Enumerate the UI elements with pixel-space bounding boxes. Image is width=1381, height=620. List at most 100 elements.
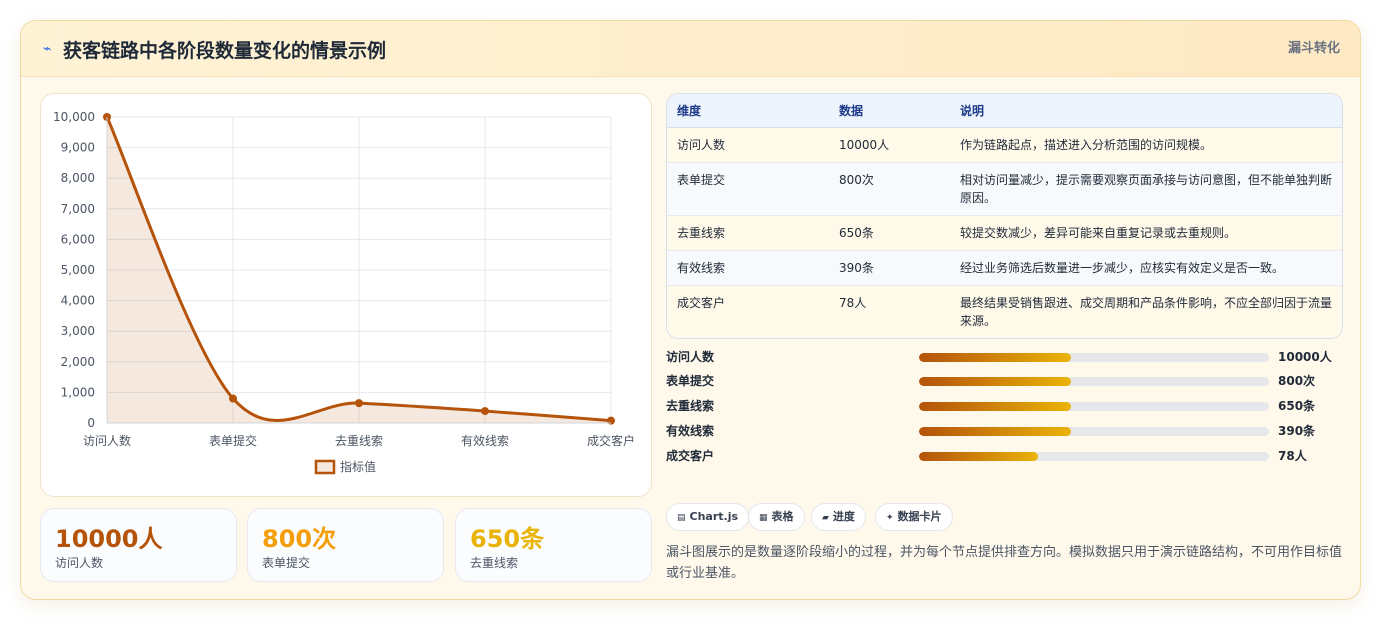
data-table: 维度 数据 说明 访问人数 10000人 作为链路起点，描述进入分析范围的访问规… — [666, 93, 1343, 339]
y-tick-label: 7,000 — [61, 202, 95, 216]
chip-label: 数据卡片 — [897, 510, 942, 523]
progress-value: 650条 — [1278, 399, 1316, 413]
progress-fill — [919, 377, 1072, 386]
y-tick-label: 6,000 — [61, 232, 95, 246]
x-tick-label: 去重线索 — [335, 434, 383, 448]
progress-fill — [919, 427, 1072, 436]
progress-label: 去重线索 — [666, 399, 715, 413]
stat-value: 10000人 — [55, 525, 163, 553]
y-tick-label: 1,000 — [61, 385, 95, 399]
table-row: 成交客户 78人 最终结果受销售跟进、成交周期和产品条件影响，不应全部归因于流量… — [667, 285, 1342, 338]
line-chart: 0 1,000 2,000 3,000 4,000 5,000 6,000 7,000 8,00… — [40, 93, 652, 497]
progress-fill — [919, 452, 1038, 461]
progress-value: 390条 — [1278, 424, 1316, 438]
funnel-card: ⌁ 获客链路中各阶段数量变化的情景示例 漏斗转化 0 1,000 2,000 3,00… — [20, 20, 1361, 600]
data-point — [481, 407, 489, 416]
chip-chartjs[interactable]: ▤ Chart.js — [666, 503, 750, 531]
cell-dimension: 表单提交 — [667, 162, 829, 216]
cell-description: 最终结果受销售跟进、成交周期和产品条件影响，不应全部归因于流量来源。 — [960, 295, 1333, 328]
progress-value: 800次 — [1278, 374, 1316, 388]
progress-track — [919, 402, 1269, 411]
chart-icon: ▤ — [677, 513, 686, 523]
cell-dimension: 有效线索 — [667, 250, 829, 286]
x-tick-label: 成交客户 — [587, 433, 635, 448]
progress-row: 去重线索 650条 — [666, 397, 1343, 415]
cell-dimension: 去重线索 — [667, 215, 829, 251]
stat-label: 去重线索 — [470, 556, 519, 570]
chart-icon: ⌁ — [43, 41, 52, 57]
column-header: 说明 — [950, 94, 1342, 128]
table-header-row: 维度 数据 说明 — [667, 94, 1342, 128]
column-header: 数据 — [829, 94, 950, 128]
y-tick-label: 4,000 — [61, 294, 95, 308]
progress-track — [919, 452, 1269, 461]
card-title: 获客链路中各阶段数量变化的情景示例 — [63, 40, 387, 62]
x-tick-label: 表单提交 — [209, 433, 257, 448]
stat-value: 650条 — [470, 525, 545, 553]
table-row: 访问人数 10000人 作为链路起点，描述进入分析范围的访问规模。 — [667, 127, 1342, 163]
data-point — [355, 399, 363, 408]
stat-value: 800次 — [262, 525, 337, 553]
footnote: 漏斗图展示的是数量逐阶段缩小的过程，并为每个节点提供排查方向。模拟数据只用于演示… — [666, 545, 1343, 581]
chart-svg: 0 1,000 2,000 3,000 4,000 5,000 6,000 7,000 8,00… — [53, 110, 635, 475]
progress-fill — [919, 353, 1072, 362]
stat-label: 访问人数 — [55, 556, 104, 570]
stat-card-deduped: 650条 去重线索 — [455, 508, 652, 582]
stat-card-visits: 10000人 访问人数 — [40, 508, 237, 582]
progress-value: 78人 — [1278, 449, 1307, 463]
x-tick-label: 有效线索 — [461, 433, 509, 448]
card-header: ⌁ 获客链路中各阶段数量变化的情景示例 漏斗转化 — [21, 21, 1360, 77]
cell-data: 390条 — [829, 250, 950, 286]
progress-row: 表单提交 800次 — [666, 372, 1343, 390]
table-row: 有效线索 390条 经过业务筛选后数量进一步减少，应核实有效定义是否一致。 — [667, 250, 1342, 286]
stat-card-submissions: 800次 表单提交 — [247, 508, 444, 582]
progress-row: 成交客户 78人 — [666, 447, 1343, 465]
cell-data: 650条 — [829, 215, 950, 251]
y-tick-label: 9,000 — [61, 141, 95, 155]
cell-data: 78人 — [839, 295, 867, 310]
progress-row: 有效线索 390条 — [666, 422, 1343, 440]
y-tick-label: 10,000 — [53, 110, 95, 124]
table-row: 表单提交 800次 相对访问量减少，提示需要观察页面承接与访问意图，但不能单独判… — [667, 162, 1342, 216]
y-tick-label: 3,000 — [61, 324, 95, 338]
cell-description: 作为链路起点，描述进入分析范围的访问规模。 — [950, 127, 1342, 163]
progress-label: 表单提交 — [666, 374, 715, 388]
y-tick-label: 0 — [87, 416, 95, 430]
progress-row: 访问人数 10000人 — [666, 348, 1343, 366]
stat-label: 表单提交 — [262, 556, 311, 570]
chip-table[interactable]: ▦ 表格 — [748, 503, 805, 531]
cell-data: 10000人 — [829, 127, 950, 163]
table-icon: ▦ — [759, 513, 768, 523]
progress-icon: ▰ — [822, 513, 829, 523]
legend-swatch — [314, 459, 336, 475]
chip-label: 表格 — [771, 510, 794, 523]
chip-data-card[interactable]: ✦ 数据卡片 — [875, 503, 953, 531]
cell-data: 800次 — [829, 162, 950, 216]
chip-progress[interactable]: ▰ 进度 — [811, 503, 866, 531]
column-header: 维度 — [667, 94, 829, 128]
cell-description: 较提交数减少，差异可能来自重复记录或去重规则。 — [950, 215, 1342, 251]
header-tag: 漏斗转化 — [1287, 41, 1340, 56]
x-tick-label: 访问人数 — [83, 433, 131, 448]
progress-track — [919, 353, 1269, 362]
data-point — [229, 394, 237, 403]
chip-label: Chart.js — [689, 510, 739, 523]
y-tick-label: 5,000 — [61, 263, 95, 277]
sparkle-icon: ✦ — [886, 513, 894, 523]
progress-fill — [919, 402, 1072, 411]
table-row: 去重线索 650条 较提交数减少，差异可能来自重复记录或去重规则。 — [667, 215, 1342, 251]
cell-dimension: 访问人数 — [667, 127, 829, 163]
progress-label: 成交客户 — [666, 449, 715, 463]
legend-label: 指标值 — [340, 459, 376, 474]
cell-dimension: 成交客户 — [677, 295, 726, 310]
cell-description: 相对访问量减少，提示需要观察页面承接与访问意图，但不能单独判断原因。 — [950, 162, 1342, 216]
progress-label: 有效线索 — [666, 424, 715, 438]
y-tick-label: 2,000 — [61, 355, 95, 369]
cell-description: 经过业务筛选后数量进一步减少，应核实有效定义是否一致。 — [950, 250, 1342, 286]
progress-track — [919, 427, 1269, 436]
chip-label: 进度 — [832, 510, 855, 523]
y-tick-label: 8,000 — [61, 171, 95, 185]
progress-value: 10000人 — [1278, 350, 1332, 364]
progress-label: 访问人数 — [666, 350, 715, 364]
progress-track — [919, 377, 1269, 386]
